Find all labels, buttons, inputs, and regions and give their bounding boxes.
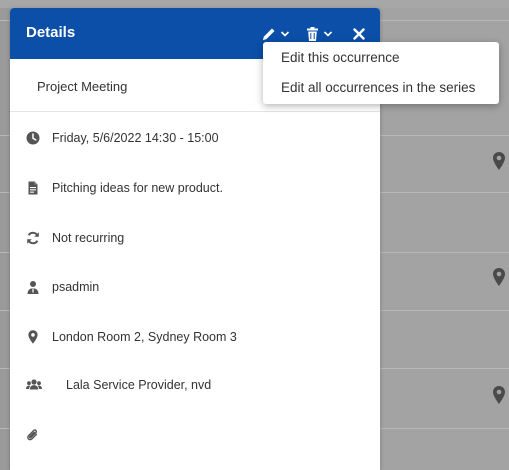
event-description: Pitching ideas for new product. xyxy=(52,181,223,195)
clock-icon xyxy=(26,131,40,145)
datetime-row: Friday, 5/6/2022 14:30 - 15:00 xyxy=(26,129,219,147)
event-subject: Project Meeting xyxy=(37,79,128,94)
recurrence-row: Not recurring xyxy=(26,229,124,247)
attendees-row: Lala Service Provider, nvd xyxy=(26,376,211,394)
edit-button[interactable] xyxy=(262,26,290,42)
location-pin-icon[interactable] xyxy=(492,268,506,286)
edit-dropdown-menu: Edit this occurrence Edit all occurrence… xyxy=(263,42,499,104)
pencil-icon xyxy=(263,28,275,40)
trash-icon xyxy=(307,27,318,41)
paperclip-icon[interactable] xyxy=(26,428,40,442)
location-pin-icon[interactable] xyxy=(492,386,506,404)
edit-all-occurrences-item[interactable]: Edit all occurrences in the series xyxy=(281,80,475,95)
description-row: Pitching ideas for new product. xyxy=(26,179,223,197)
recurrence-icon xyxy=(27,231,39,245)
user-icon xyxy=(27,281,39,294)
details-title: Details xyxy=(26,24,76,41)
close-icon xyxy=(353,28,365,40)
location-row: London Room 2, Sydney Room 3 xyxy=(26,328,237,346)
close-button[interactable] xyxy=(353,26,365,42)
event-owner: psadmin xyxy=(52,280,100,294)
owner-row: psadmin xyxy=(26,278,99,296)
calendar-top-strip xyxy=(0,0,509,8)
event-attendees: Lala Service Provider, nvd xyxy=(66,378,212,392)
event-datetime: Friday, 5/6/2022 14:30 - 15:00 xyxy=(52,131,219,145)
event-recurrence: Not recurring xyxy=(52,231,125,245)
attachments-row xyxy=(26,426,40,444)
delete-button[interactable] xyxy=(306,26,333,42)
location-pin-icon xyxy=(28,330,38,344)
edit-this-occurrence-item[interactable]: Edit this occurrence xyxy=(281,50,400,65)
chevron-down-icon xyxy=(280,31,290,37)
event-location: London Room 2, Sydney Room 3 xyxy=(52,330,237,344)
users-icon xyxy=(26,379,42,390)
location-pin-icon[interactable] xyxy=(492,152,506,170)
document-icon xyxy=(28,181,38,195)
chevron-down-icon xyxy=(323,31,333,37)
